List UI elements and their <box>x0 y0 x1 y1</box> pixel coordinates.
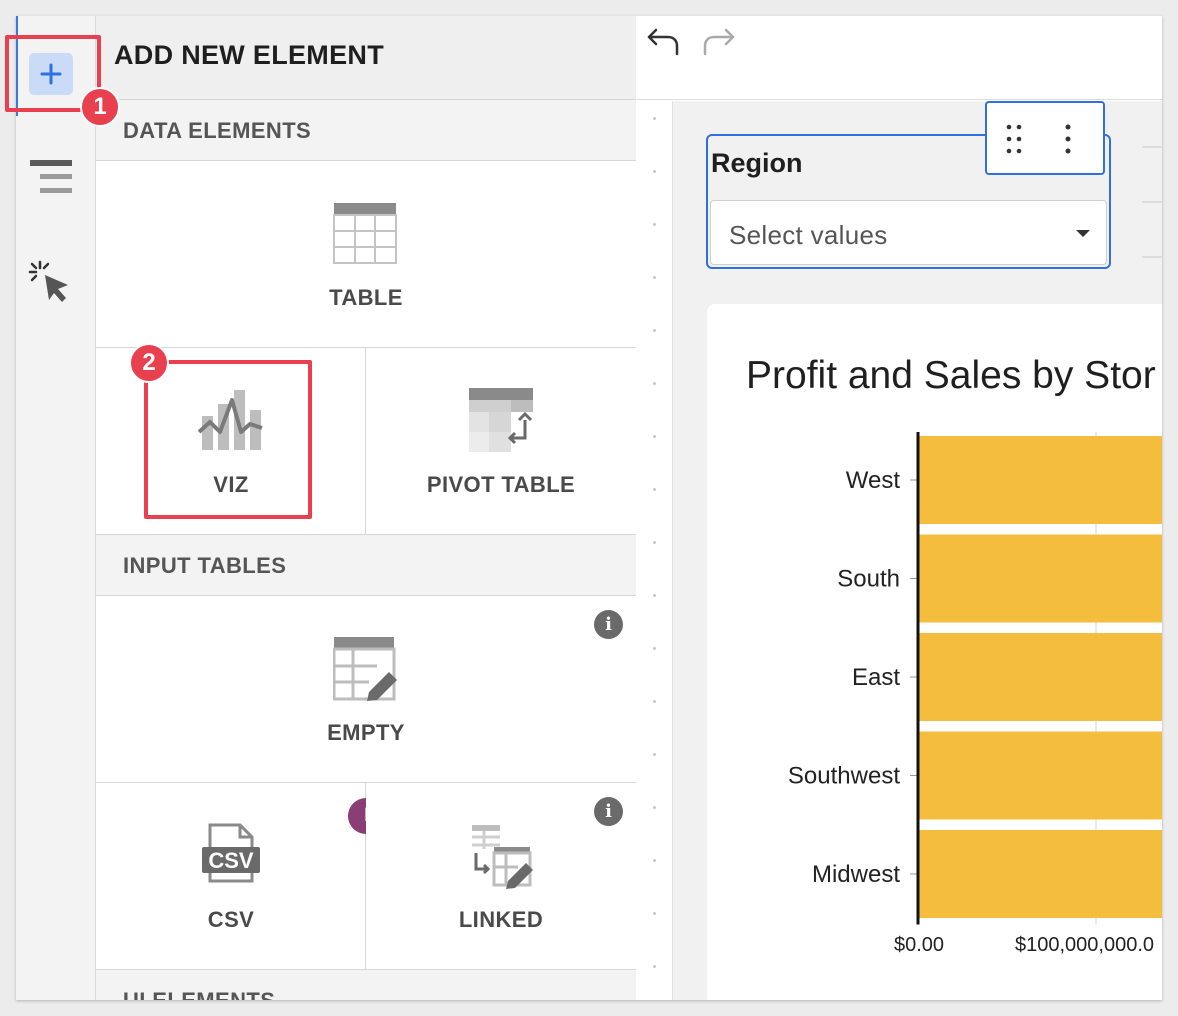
empty-table-edit-icon <box>333 637 397 701</box>
ruler-dots <box>637 101 673 1000</box>
redo-icon[interactable] <box>700 22 736 58</box>
tile-label: LINKED <box>458 907 544 932</box>
plus-icon <box>40 63 62 85</box>
tile-label: PIVOT TABLE <box>426 472 576 497</box>
bar <box>918 830 1162 918</box>
ruler-dot <box>653 912 656 915</box>
empty-input-table-tile[interactable]: EMPTY i <box>96 596 636 783</box>
ruler-dot <box>653 541 656 544</box>
grid-line <box>1142 201 1162 203</box>
ruler-dot <box>653 382 656 385</box>
outline-button[interactable] <box>28 158 74 198</box>
chart-card[interactable]: Profit and Sales by Stor West South East So… <box>707 304 1162 1000</box>
table-icon <box>333 203 397 264</box>
linked-table-icon <box>472 825 533 889</box>
info-icon[interactable]: i <box>594 797 623 826</box>
category-label: South <box>837 566 900 593</box>
bar <box>918 534 1162 623</box>
tile-label: EMPTY <box>327 720 405 745</box>
section-data-elements: DATA ELEMENTS <box>96 100 636 161</box>
panel-header: ADD NEW ELEMENT <box>96 16 636 100</box>
select-placeholder: Select values <box>729 220 888 250</box>
add-element-panel: ADD NEW ELEMENT DATA ELEMENTS TABLE VIZ <box>96 16 636 1000</box>
category-label: Midwest <box>812 861 900 888</box>
element-toolbar <box>985 101 1105 175</box>
bar <box>918 633 1162 721</box>
info-glyph: i <box>605 614 612 635</box>
ruler-dot <box>653 753 656 756</box>
ruler-dot <box>653 329 656 332</box>
interactions-button[interactable] <box>26 258 74 306</box>
ruler-dot <box>653 117 656 120</box>
grid-line <box>1142 146 1162 148</box>
viz-icon <box>198 390 263 450</box>
grid-line <box>1142 256 1162 258</box>
info-icon[interactable]: i <box>594 610 623 639</box>
ruler-dot <box>653 700 656 703</box>
active-indicator <box>16 16 18 116</box>
category-label: East <box>852 664 900 691</box>
ruler-dot <box>653 170 656 173</box>
pivot-table-tile[interactable]: PIVOT TABLE <box>366 348 636 535</box>
x-tick-label: $0.00 <box>894 934 944 956</box>
linked-input-table-tile[interactable]: LINKED i <box>366 783 636 970</box>
ruler-dot <box>653 594 656 597</box>
region-select[interactable]: Select values <box>710 200 1107 265</box>
annotation-badge-1: 1 <box>80 87 120 127</box>
pivot-table-icon <box>469 388 533 452</box>
caret-down-icon <box>1076 230 1090 237</box>
section-ui-elements: UI ELEMENTS <box>96 970 636 1000</box>
bar-chart: West South East Southwest Midwest $0.00 $100,0… <box>788 432 1162 956</box>
cursor-click-icon <box>28 260 68 302</box>
section-title: DATA ELEMENTS <box>123 118 312 143</box>
undo-icon[interactable] <box>646 22 682 58</box>
outline-icon <box>30 160 72 193</box>
tile-label: VIZ <box>213 472 249 497</box>
annotation-badge-2: 2 <box>129 343 169 383</box>
drag-handle-icon[interactable] <box>1003 121 1025 157</box>
ruler-dot <box>653 223 656 226</box>
add-element-button[interactable] <box>29 53 73 95</box>
tile-label: TABLE <box>329 285 403 310</box>
more-options-icon[interactable] <box>1057 121 1079 157</box>
section-input-tables: INPUT TABLES <box>96 535 636 596</box>
left-rail <box>16 16 96 1000</box>
bar <box>918 436 1162 524</box>
csv-tile[interactable]: CSV CSV <box>96 783 366 970</box>
x-tick-label: $100,000,000.0 <box>1015 934 1154 956</box>
control-label: Region <box>711 148 803 178</box>
panel-title: ADD NEW ELEMENT <box>114 40 384 70</box>
section-title: UI ELEMENTS <box>123 988 275 1000</box>
bar <box>918 731 1162 820</box>
ruler-dot <box>653 647 656 650</box>
csv-icon-text: CSV <box>208 848 254 873</box>
category-label: West <box>846 467 901 494</box>
ruler-dot <box>653 859 656 862</box>
tile-label: CSV <box>207 907 255 932</box>
ruler-dot <box>653 435 656 438</box>
table-tile[interactable]: TABLE <box>96 161 636 348</box>
category-label: Southwest <box>788 763 900 790</box>
info-glyph: i <box>605 801 612 822</box>
ruler-dot <box>653 806 656 809</box>
ruler-dot <box>653 488 656 491</box>
ruler-dot <box>653 276 656 279</box>
ruler-dot <box>653 965 656 968</box>
section-title: INPUT TABLES <box>123 553 287 578</box>
